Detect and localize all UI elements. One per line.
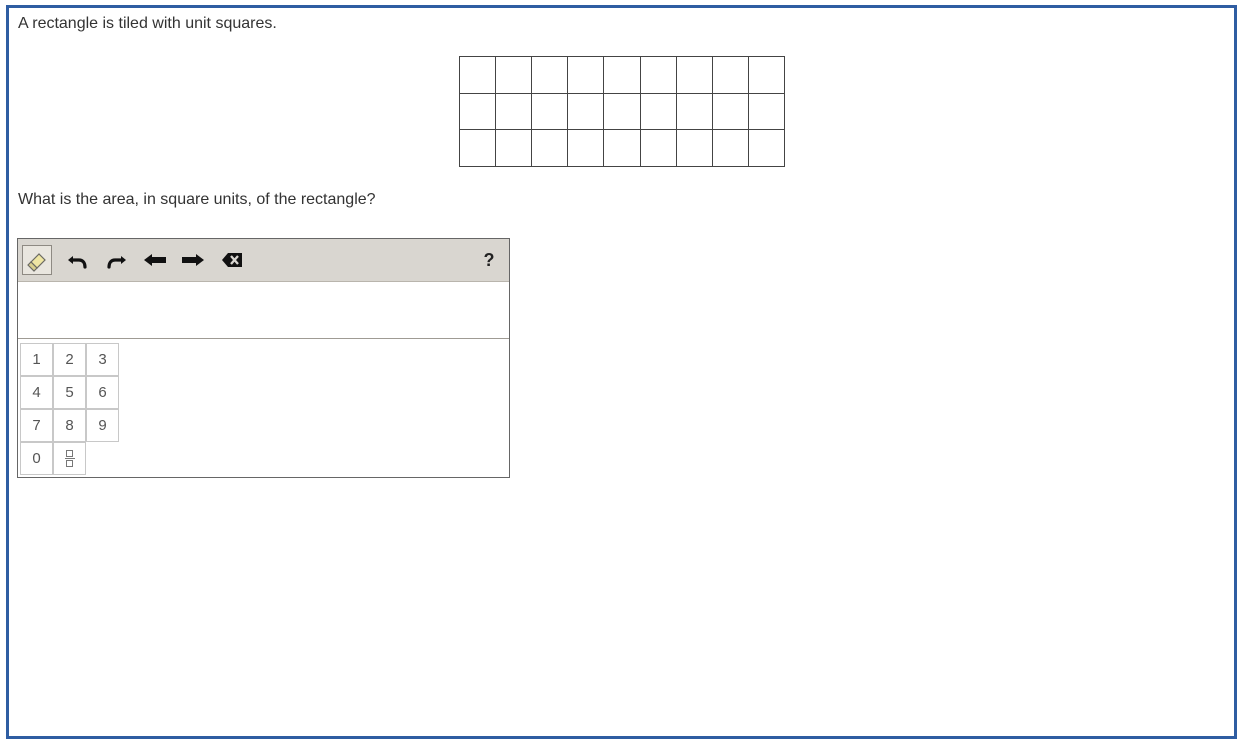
editor-toolbar: ? [18, 239, 509, 282]
undo-icon [68, 256, 87, 269]
unit-square [568, 130, 605, 167]
key-2[interactable]: 2 [53, 343, 86, 376]
help-button[interactable]: ? [474, 245, 504, 275]
undo-button[interactable] [62, 245, 92, 275]
redo-icon [107, 256, 126, 269]
unit-square [460, 93, 497, 131]
unit-square [712, 93, 749, 131]
unit-square [640, 57, 677, 94]
unit-square [532, 57, 569, 94]
keypad: 1 2 3 4 5 6 7 8 9 0 [20, 343, 120, 477]
unit-square [496, 93, 533, 131]
unit-square [532, 93, 569, 131]
unit-square [532, 130, 569, 167]
eraser-button[interactable] [22, 245, 52, 275]
unit-square [496, 130, 533, 167]
unit-square [640, 93, 677, 131]
unit-square [748, 57, 785, 94]
unit-square [568, 57, 605, 94]
question-text: What is the area, in square units, of th… [18, 191, 376, 208]
unit-square [604, 130, 641, 167]
key-4[interactable]: 4 [20, 376, 53, 409]
unit-square [496, 57, 533, 94]
unit-square [676, 130, 713, 167]
eraser-icon [27, 253, 46, 272]
unit-square [712, 57, 749, 94]
unit-square [676, 93, 713, 131]
unit-square [460, 130, 497, 167]
key-9[interactable]: 9 [86, 409, 119, 442]
prompt-text: A rectangle is tiled with unit squares. [18, 15, 277, 32]
redo-button[interactable] [102, 245, 132, 275]
key-8[interactable]: 8 [53, 409, 86, 442]
unit-square [748, 130, 785, 167]
unit-square [748, 93, 785, 131]
arrow-right-icon [182, 254, 204, 266]
answer-input[interactable] [18, 282, 509, 339]
unit-square [604, 57, 641, 94]
equation-editor: ? 1 2 3 4 5 6 7 8 9 0 [17, 238, 510, 478]
key-0[interactable]: 0 [20, 442, 53, 475]
backspace-icon [222, 253, 242, 267]
unit-square [640, 130, 677, 167]
unit-square [676, 57, 713, 94]
key-3[interactable]: 3 [86, 343, 119, 376]
move-left-button[interactable] [140, 245, 170, 275]
key-5[interactable]: 5 [53, 376, 86, 409]
key-6[interactable]: 6 [86, 376, 119, 409]
fraction-button[interactable] [53, 442, 86, 475]
key-1[interactable]: 1 [20, 343, 53, 376]
key-7[interactable]: 7 [20, 409, 53, 442]
arrow-left-icon [144, 254, 166, 266]
unit-square [460, 57, 497, 94]
move-right-button[interactable] [178, 245, 208, 275]
tiled-rectangle [459, 56, 785, 167]
fraction-icon [64, 450, 75, 467]
unit-square [604, 93, 641, 131]
unit-square [568, 93, 605, 131]
backspace-button[interactable] [218, 245, 248, 275]
unit-square [712, 130, 749, 167]
